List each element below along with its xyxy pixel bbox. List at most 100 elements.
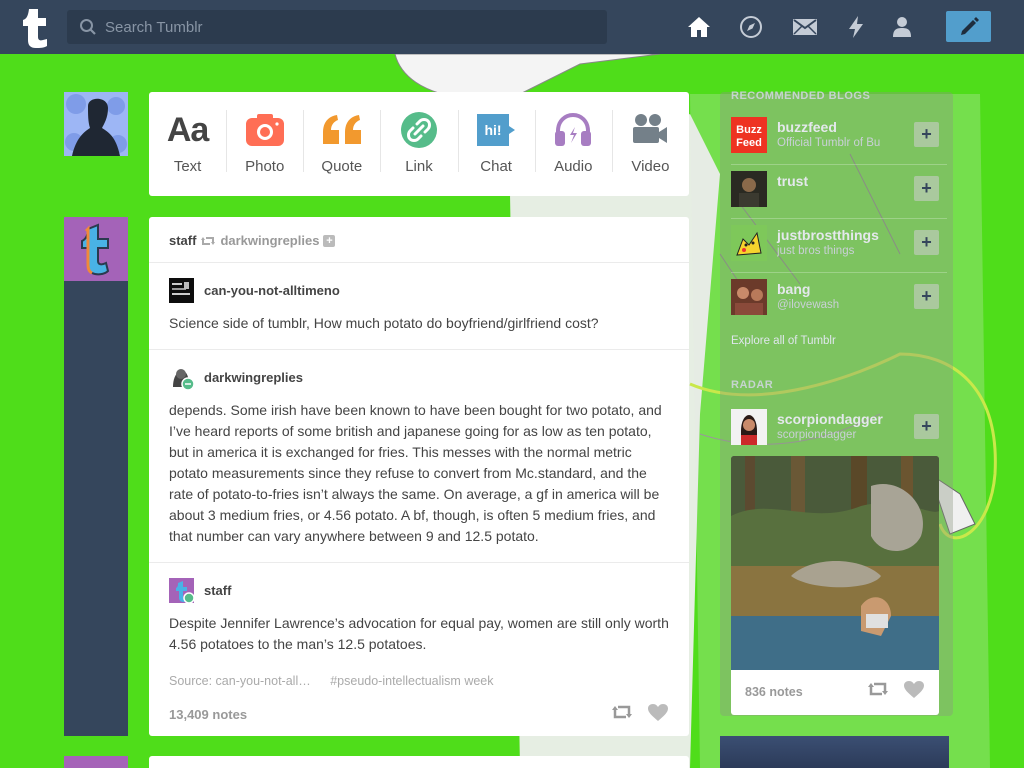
blog-description: just bros things — [777, 245, 855, 257]
blog-description: @ilovewash — [777, 299, 840, 311]
post-actions — [611, 703, 669, 722]
recommended-blogs-heading: RECOMMENDED BLOGS — [731, 90, 871, 102]
text-aa-icon: Aa — [166, 110, 209, 149]
post-type-label: Chat — [480, 158, 512, 175]
camera-icon — [245, 110, 285, 150]
post-header: staff darkwingreplies + — [169, 233, 336, 248]
follow-button[interactable]: + — [914, 284, 939, 309]
radar-blog-item[interactable]: scorpiondagger scorpiondagger + — [731, 402, 939, 452]
reblog-entry-header: staff — [169, 578, 231, 604]
post-type-audio-button[interactable]: Audio — [534, 92, 612, 196]
post-divider — [149, 262, 689, 263]
activity-lightning-icon[interactable] — [843, 14, 869, 40]
left-avatar-column — [64, 217, 128, 736]
post-type-link-button[interactable]: Link — [380, 92, 457, 196]
follow-plus-icon[interactable]: + — [323, 234, 336, 247]
search-input[interactable] — [105, 10, 595, 44]
like-heart-icon[interactable] — [647, 703, 669, 722]
search-icon — [80, 19, 96, 35]
bang-avatar — [731, 279, 767, 315]
radar-notes-count[interactable]: 836 notes — [745, 685, 803, 699]
link-icon — [400, 110, 438, 150]
reblog-icon — [201, 236, 216, 245]
reblog-entry-header: darkwingreplies — [169, 365, 303, 391]
source-link[interactable]: Source: can-you-not-all… — [169, 674, 311, 688]
reblog-button-icon[interactable] — [867, 680, 889, 698]
blog-name[interactable]: scorpiondagger — [777, 411, 883, 427]
radar-post-card: 836 notes — [731, 456, 939, 715]
user-mini-avatar[interactable] — [169, 578, 195, 604]
post-type-selector: Aa Text Photo Quote Link hi! Chat Audio — [149, 92, 689, 196]
blog-name[interactable]: trust — [777, 173, 808, 189]
quote-icon — [321, 110, 363, 150]
recommended-blog-item[interactable]: bang @ilovewash + — [731, 272, 939, 322]
post-type-label: Quote — [321, 158, 363, 175]
post-type-video-button[interactable]: Video — [611, 92, 689, 196]
explore-compass-icon[interactable] — [738, 14, 764, 40]
follow-button[interactable]: + — [914, 414, 939, 439]
reblogger-username[interactable]: staff — [169, 233, 196, 248]
reblogged-from-username[interactable]: darkwingreplies — [220, 233, 319, 248]
user-mini-avatar[interactable] — [169, 278, 194, 303]
reblog-entry-header: can-you-not-alltimeno — [169, 278, 340, 303]
post-type-text-button[interactable]: Aa Text — [149, 92, 226, 196]
post-type-label: Link — [405, 158, 433, 175]
user-mini-avatar[interactable] — [169, 365, 195, 391]
post-tag[interactable]: #pseudo-intellectualism week — [330, 674, 493, 688]
radar-post-image[interactable] — [731, 456, 939, 670]
follow-button[interactable]: + — [914, 122, 939, 147]
next-post-card — [149, 756, 689, 768]
buzzfeed-avatar: Buzz Feed — [731, 117, 767, 153]
explore-all-link[interactable]: Explore all of Tumblr — [731, 335, 836, 347]
post-type-photo-button[interactable]: Photo — [226, 92, 303, 196]
blog-description: scorpiondagger — [777, 429, 857, 441]
headphones-icon — [553, 110, 593, 150]
sidebar-bottom-image — [720, 736, 949, 768]
pencil-icon — [960, 16, 979, 35]
post-type-label: Video — [631, 158, 670, 175]
recommended-blog-item[interactable]: justbrostthings just bros things + — [731, 218, 939, 268]
post-type-quote-button[interactable]: Quote — [303, 92, 380, 196]
account-person-icon[interactable] — [889, 14, 915, 40]
chat-bubble-icon: hi! — [475, 110, 517, 150]
follow-button[interactable]: + — [914, 230, 939, 255]
post-type-chat-button[interactable]: hi! Chat — [457, 92, 535, 196]
justbrostthings-avatar — [731, 225, 767, 261]
entry-username[interactable]: darkwingreplies — [204, 370, 303, 385]
reblog-button-icon[interactable] — [611, 703, 633, 721]
staff-avatar[interactable] — [64, 217, 128, 281]
post-divider — [149, 562, 689, 563]
entry-text: Science side of tumblr, How much potato … — [169, 315, 599, 331]
blog-description: Official Tumblr of Bu — [777, 137, 881, 149]
entry-username[interactable]: staff — [204, 583, 231, 598]
user-avatar[interactable] — [64, 92, 128, 156]
blog-name[interactable]: bang — [777, 281, 810, 297]
post-type-label: Audio — [554, 158, 593, 175]
inbox-mail-icon[interactable] — [792, 14, 818, 40]
recommended-blog-item[interactable]: Buzz Feed buzzfeed Official Tumblr of Bu … — [731, 110, 939, 160]
next-post-avatar[interactable] — [64, 756, 128, 768]
post-type-label: Text — [173, 158, 202, 175]
scorpiondagger-avatar — [731, 409, 767, 445]
home-icon[interactable] — [686, 14, 712, 40]
entry-username[interactable]: can-you-not-alltimeno — [204, 283, 340, 298]
tumblr-logo-icon[interactable] — [14, 5, 56, 49]
compose-post-button[interactable] — [946, 11, 991, 42]
blog-name[interactable]: justbrostthings — [777, 227, 879, 243]
recommended-blog-item[interactable]: trust + — [731, 164, 939, 214]
search-box[interactable] — [67, 10, 607, 44]
blog-name[interactable]: buzzfeed — [777, 119, 837, 135]
like-heart-icon[interactable] — [903, 680, 925, 699]
radar-post-actions — [867, 680, 925, 699]
svg-text:Buzz: Buzz — [736, 124, 762, 136]
trust-avatar — [731, 171, 767, 207]
post-type-label: Photo — [245, 158, 285, 175]
follow-button[interactable]: + — [914, 176, 939, 201]
post-source-line: Source: can-you-not-all… #pseudo-intelle… — [169, 674, 510, 688]
dashboard-post: staff darkwingreplies + can-you-not-allt… — [149, 217, 689, 736]
top-navigation-bar — [0, 0, 1024, 54]
entry-text: Despite Jennifer Lawrence’s advocation f… — [169, 615, 669, 652]
svg-text:Feed: Feed — [736, 137, 762, 149]
notes-count[interactable]: 13,409 notes — [169, 707, 247, 722]
post-divider — [149, 349, 689, 350]
